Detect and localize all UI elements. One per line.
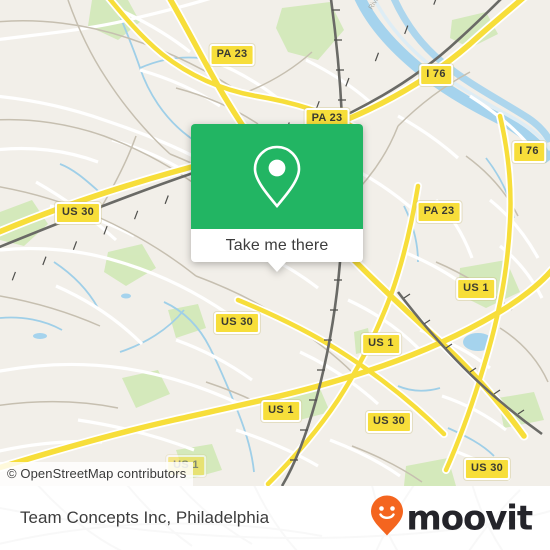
road-shield: I 76: [512, 141, 546, 163]
moovit-wordmark: moovit: [406, 498, 533, 538]
map-screenshot: Rive PA 23 PA 23 I 76 I 76 US 30 PA 23 US 1 US …: [0, 0, 550, 550]
footer-bar: Team Concepts Inc, Philadelphia moovit: [0, 486, 550, 550]
moovit-logo[interactable]: moovit: [370, 495, 533, 542]
callout-tail-pointer: [267, 261, 287, 272]
take-me-there-label: Take me there: [225, 236, 329, 254]
road-shield: PA 23: [209, 44, 255, 66]
osm-attribution[interactable]: © OpenStreetMap contributors: [0, 462, 194, 486]
road-shield: I 76: [419, 64, 453, 86]
road-shield: US 30: [54, 202, 102, 224]
road-shield: US 1: [261, 400, 301, 422]
map-pin-icon: [249, 142, 305, 212]
callout-pin-panel: [191, 124, 363, 229]
road-shield: US 30: [463, 458, 511, 480]
road-shield: US 1: [456, 278, 496, 300]
map-callout-card[interactable]: Take me there: [191, 124, 363, 272]
road-shield: PA 23: [416, 201, 462, 223]
place-title: Team Concepts Inc, Philadelphia: [20, 508, 270, 527]
road-shield: US 1: [361, 333, 401, 355]
take-me-there-button[interactable]: Take me there: [191, 229, 363, 272]
road-shield: US 30: [213, 312, 261, 334]
road-shield: US 30: [365, 411, 413, 433]
moovit-smiley-pin-icon: [370, 495, 404, 542]
